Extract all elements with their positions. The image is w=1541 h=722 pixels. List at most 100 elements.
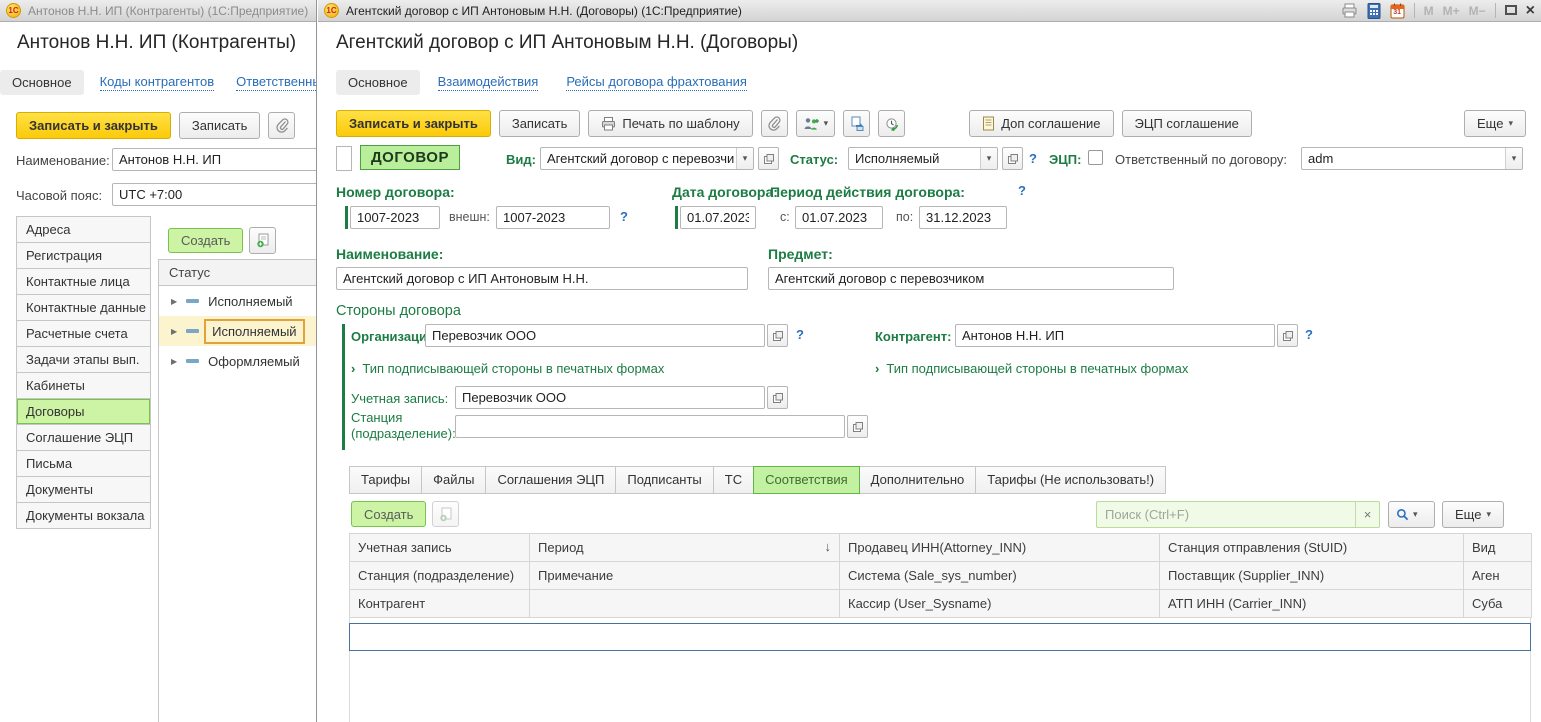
table-header-cell[interactable]: Кассир (User_Sysname)	[840, 590, 1160, 618]
save-button[interactable]: Записать	[499, 110, 581, 137]
nav-item-contracts[interactable]: Договоры	[17, 399, 150, 425]
attachments-button[interactable]	[268, 112, 295, 139]
clear-search-button[interactable]: ×	[1355, 502, 1379, 527]
nav-item-bank-accounts[interactable]: Расчетные счета	[17, 321, 150, 347]
tab-counterparty-codes[interactable]: Коды контрагентов	[100, 74, 215, 91]
organization-field[interactable]	[425, 324, 765, 347]
more-button[interactable]: Еще ▾	[1464, 110, 1526, 137]
period-to-field[interactable]	[919, 206, 1007, 229]
account-field[interactable]	[455, 386, 765, 409]
table-header-cell[interactable]: Суба	[1464, 590, 1532, 618]
print-titlebar-icon[interactable]	[1341, 3, 1358, 18]
close-button[interactable]: ×	[1526, 4, 1535, 18]
contractor-open-button[interactable]	[1277, 324, 1298, 347]
sign-type-link-contractor[interactable]: ›Тип подписывающей стороны в печатных фо…	[875, 361, 1188, 376]
table-header-cell[interactable]: Примечание	[530, 562, 840, 590]
ecp-checkbox[interactable]	[1088, 150, 1103, 165]
memory-subtract-button[interactable]: M−	[1469, 4, 1486, 18]
contract-date-field[interactable]	[680, 206, 756, 229]
tab-ecp-agreements[interactable]: Соглашения ЭЦП	[485, 466, 616, 494]
kind-open-button[interactable]	[758, 147, 779, 170]
tab-vehicles[interactable]: ТС	[713, 466, 754, 494]
external-number-field[interactable]	[496, 206, 610, 229]
nav-item-contact-data[interactable]: Контактные данные	[17, 295, 150, 321]
create-based-on-button[interactable]	[843, 110, 870, 137]
status-row-selected[interactable]: ▶ Исполняемый	[159, 316, 317, 346]
tab-correspondences[interactable]: Соответствия	[753, 466, 860, 494]
status-row[interactable]: ▶ Оформляемый	[159, 346, 317, 376]
status-combobox[interactable]: Исполняемый ▾	[848, 147, 998, 170]
create-contract-button[interactable]: Создать	[168, 228, 243, 253]
expand-arrow-icon[interactable]: ▶	[171, 327, 177, 336]
status-help-icon[interactable]: ?	[1029, 151, 1037, 166]
nav-item-ecp-agreement[interactable]: Соглашение ЭЦП	[17, 425, 150, 451]
search-input[interactable]	[1097, 507, 1355, 522]
station-field[interactable]	[455, 415, 845, 438]
search-options-button[interactable]: ▾	[1388, 501, 1435, 528]
tab-files[interactable]: Файлы	[421, 466, 486, 494]
sign-type-link-org[interactable]: ›Тип подписывающей стороны в печатных фо…	[351, 361, 664, 376]
timezone-field[interactable]	[112, 183, 317, 206]
dropdown-caret-icon[interactable]: ▾	[736, 148, 753, 169]
counterparty-actions-button[interactable]: ▾	[796, 110, 836, 137]
grid-create-button[interactable]: Создать	[351, 501, 426, 527]
tab-main[interactable]: Основное	[336, 70, 420, 95]
table-header-cell[interactable]: Контрагент	[350, 590, 530, 618]
tab-charter-trips[interactable]: Рейсы договора фрахтования	[566, 74, 747, 91]
grid-selected-empty-row[interactable]	[349, 623, 1531, 651]
memory-add-button[interactable]: M+	[1443, 4, 1460, 18]
contract-name-field[interactable]	[336, 267, 748, 290]
save-button[interactable]: Записать	[179, 112, 261, 139]
dropdown-caret-icon[interactable]: ▾	[980, 148, 997, 169]
table-header-cell[interactable]: Станция отправления (StUID)	[1160, 534, 1464, 562]
contractor-help-icon[interactable]: ?	[1305, 327, 1313, 342]
expand-arrow-icon[interactable]: ▶	[171, 357, 177, 366]
save-close-button[interactable]: Записать и закрыть	[16, 112, 171, 139]
organization-help-icon[interactable]: ?	[796, 327, 804, 342]
attachments-button[interactable]	[761, 110, 788, 137]
name-field[interactable]	[112, 148, 317, 171]
table-header-cell[interactable]: АТП ИНН (Carrier_INN)	[1160, 590, 1464, 618]
tab-responsible[interactable]: Ответственны	[236, 74, 317, 91]
organization-open-button[interactable]	[767, 324, 788, 347]
kind-combobox[interactable]: Агентский договор с перевозчи ▾	[540, 147, 754, 170]
table-header-cell[interactable]: Аген	[1464, 562, 1532, 590]
table-header-cell[interactable]: Система (Sale_sys_number)	[840, 562, 1160, 590]
maximize-button[interactable]	[1505, 3, 1517, 18]
grid-more-button[interactable]: Еще ▾	[1442, 501, 1504, 528]
calendar-icon[interactable]: 31	[1390, 3, 1405, 19]
tab-tariffs-deprecated[interactable]: Тарифы (Не использовать!)	[975, 466, 1166, 494]
status-row[interactable]: ▶ Исполняемый	[159, 286, 317, 316]
nav-item-documents[interactable]: Документы	[17, 477, 150, 503]
ecp-agreement-button[interactable]: ЭЦП соглашение	[1122, 110, 1252, 137]
status-column-header[interactable]: Статус	[159, 260, 317, 286]
create-by-copy-button[interactable]	[249, 227, 276, 254]
tab-main[interactable]: Основное	[0, 70, 84, 95]
grid-copy-button[interactable]	[432, 501, 459, 527]
nav-item-cabinets[interactable]: Кабинеты	[17, 373, 150, 399]
nav-item-contact-persons[interactable]: Контактные лица	[17, 269, 150, 295]
memory-recall-button[interactable]: M	[1424, 4, 1434, 18]
nav-item-addresses[interactable]: Адреса	[17, 217, 150, 243]
number-help-icon[interactable]: ?	[620, 209, 628, 224]
tab-tariffs[interactable]: Тарифы	[349, 466, 422, 494]
nav-item-station-documents[interactable]: Документы вокзала	[17, 503, 150, 529]
table-header-cell[interactable]: Учетная запись	[350, 534, 530, 562]
calculator-icon[interactable]	[1367, 3, 1381, 19]
responsible-combobox[interactable]: adm ▾	[1301, 147, 1523, 170]
table-header-cell[interactable]: Продавец ИНН(Attorney_INN)	[840, 534, 1160, 562]
expand-arrow-icon[interactable]: ▶	[171, 297, 177, 306]
refresh-button[interactable]	[878, 110, 905, 137]
nav-item-tasks[interactable]: Задачи этапы вып.	[17, 347, 150, 373]
tab-additional[interactable]: Дополнительно	[859, 466, 977, 494]
nav-item-registration[interactable]: Регистрация	[17, 243, 150, 269]
contract-subject-field[interactable]	[768, 267, 1174, 290]
mark-field[interactable]	[336, 146, 352, 171]
print-by-template-button[interactable]: Печать по шаблону	[588, 110, 752, 137]
table-header-cell[interactable]: Период↓	[530, 534, 840, 562]
tab-signers[interactable]: Подписанты	[615, 466, 713, 494]
table-header-cell[interactable]	[530, 590, 840, 618]
dropdown-caret-icon[interactable]: ▾	[1505, 148, 1522, 169]
tab-interactions[interactable]: Взаимодействия	[438, 74, 539, 91]
table-header-cell[interactable]: Станция (подразделение)	[350, 562, 530, 590]
